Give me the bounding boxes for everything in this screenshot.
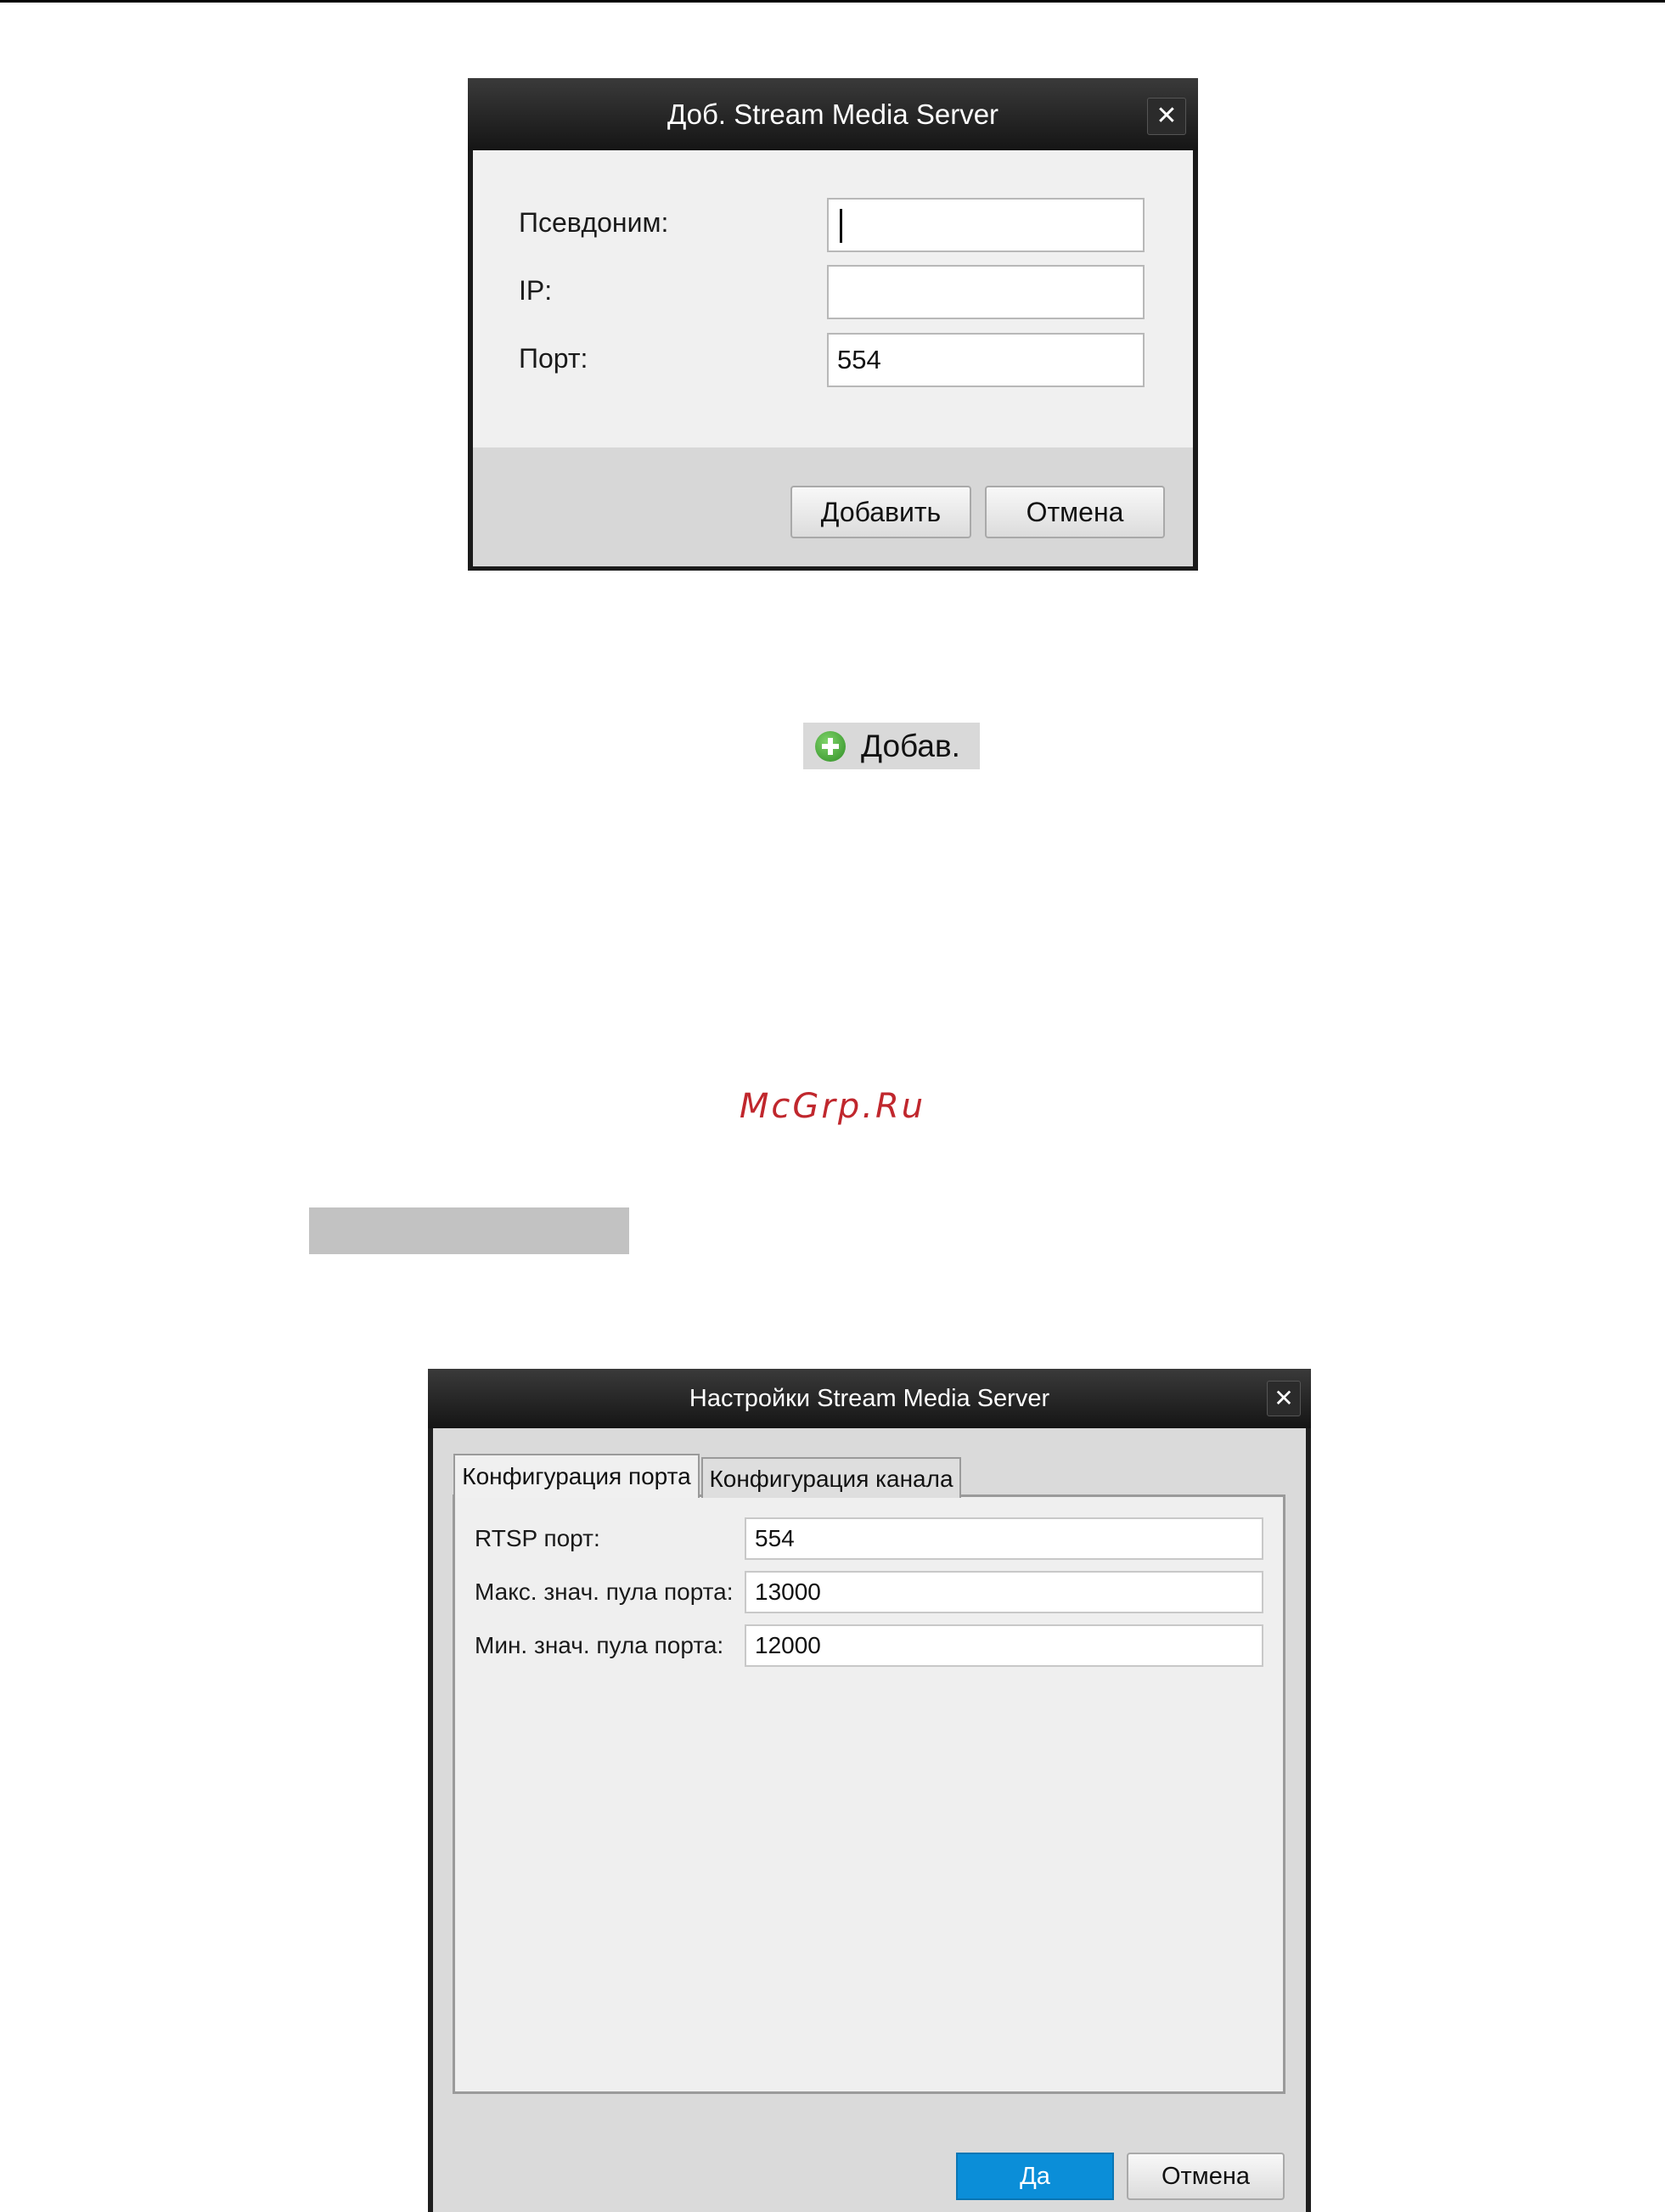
redacted-bar <box>309 1207 629 1254</box>
cancel-button[interactable]: Отмена <box>985 486 1165 538</box>
ip-field[interactable] <box>827 265 1145 319</box>
port-field[interactable] <box>827 333 1145 387</box>
rtsp-port-label: RTSP порт: <box>475 1525 600 1551</box>
text-cursor <box>840 209 842 243</box>
ip-label: IP: <box>519 275 553 306</box>
min-pool-label: Мин. знач. пула порта: <box>475 1632 724 1658</box>
add-toolbar-label: Добав. <box>861 729 960 763</box>
alias-label: Псевдоним: <box>519 207 669 238</box>
tab-channel-config[interactable]: Конфигурация канала <box>701 1457 961 1498</box>
dialog-title: Настройки Stream Media Server <box>689 1385 1050 1412</box>
rtsp-port-field[interactable] <box>745 1517 1263 1560</box>
add-button[interactable]: Добавить <box>790 486 971 538</box>
close-icon[interactable]: ✕ <box>1147 98 1186 135</box>
tab-port-config[interactable]: Конфигурация порта <box>453 1454 700 1498</box>
page-top-rule <box>0 0 1665 3</box>
alias-field[interactable] <box>827 198 1145 252</box>
ok-button[interactable]: Да <box>956 2153 1114 2200</box>
watermark: McGrp.Ru <box>739 1087 926 1126</box>
dialog-title: Доб. Stream Media Server <box>667 98 999 130</box>
min-pool-field[interactable] <box>745 1624 1263 1667</box>
dialog-titlebar: Настройки Stream Media Server ✕ <box>428 1369 1311 1428</box>
max-pool-field[interactable] <box>745 1571 1263 1613</box>
port-label: Порт: <box>519 343 588 374</box>
cancel-button[interactable]: Отмена <box>1127 2153 1285 2200</box>
close-icon[interactable]: ✕ <box>1267 1381 1301 1416</box>
dialog-titlebar: Доб. Stream Media Server ✕ <box>468 78 1198 150</box>
add-toolbar-button[interactable]: Добав. <box>803 723 980 769</box>
max-pool-label: Макс. знач. пула порта: <box>475 1579 734 1605</box>
plus-circle-icon <box>815 731 846 762</box>
